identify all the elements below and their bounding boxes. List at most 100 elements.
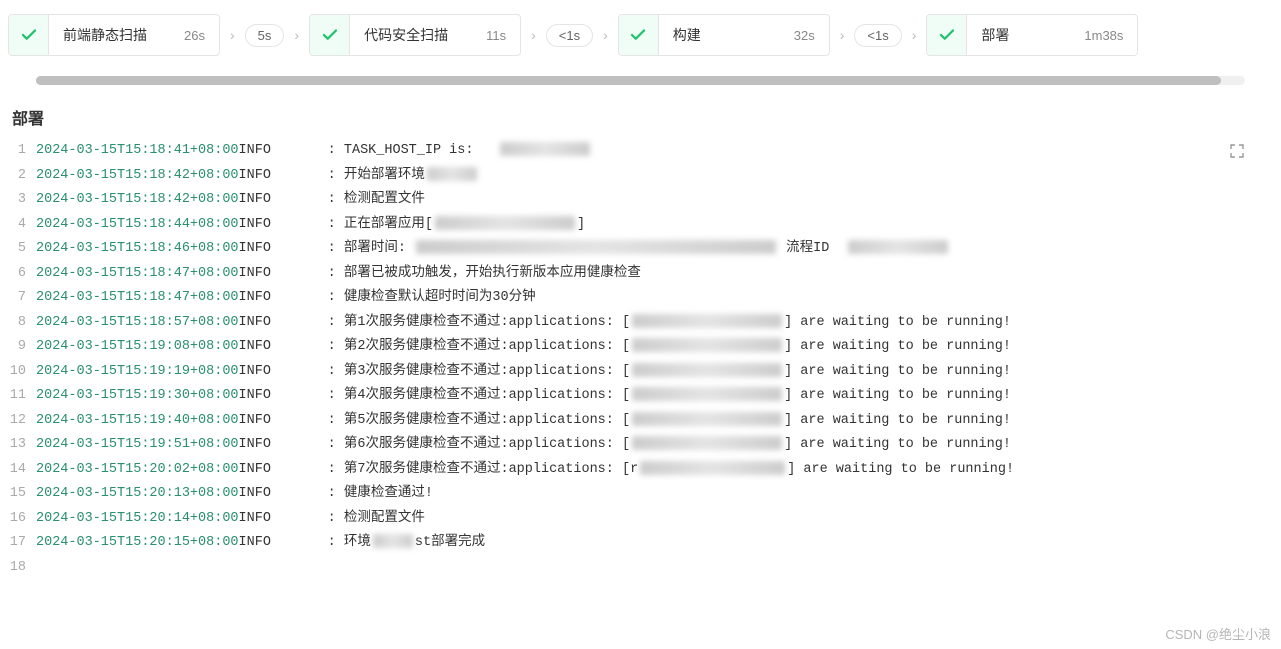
log-message: : 正在部署应用[] xyxy=(271,213,585,238)
log-timestamp: 2024-03-15T15:18:47+08:00 xyxy=(36,286,239,311)
log-message: : 部署已被成功触发，开始执行新版本应用健康检查 xyxy=(271,262,641,287)
log-message: : 部署时间: 流程ID xyxy=(271,237,950,262)
interval-pill: 5s xyxy=(245,24,285,47)
log-message: : 第1次服务健康检查不通过:applications: [] are wait… xyxy=(271,311,1011,336)
stage-name: 前端静态扫描 xyxy=(63,25,147,45)
log-line: 52024-03-15T15:18:46+08:00 INFO : 部署时间: … xyxy=(6,237,1281,262)
line-number: 3 xyxy=(6,188,36,213)
stage-name: 构建 xyxy=(673,25,701,45)
line-number: 18 xyxy=(6,556,36,581)
log-timestamp: 2024-03-15T15:18:44+08:00 xyxy=(36,213,239,238)
line-number: 9 xyxy=(6,335,36,360)
stage-duration: 11s xyxy=(486,28,506,43)
line-number: 7 xyxy=(6,286,36,311)
log-line: 22024-03-15T15:18:42+08:00 INFO : 开始部署环境 xyxy=(6,164,1281,189)
log-line: 122024-03-15T15:19:40+08:00 INFO : 第5次服务… xyxy=(6,409,1281,434)
check-icon xyxy=(9,15,49,55)
log-line: 142024-03-15T15:20:02+08:00 INFO : 第7次服务… xyxy=(6,458,1281,483)
log-timestamp: 2024-03-15T15:18:41+08:00 xyxy=(36,139,239,164)
check-icon xyxy=(310,15,350,55)
log-timestamp: 2024-03-15T15:18:57+08:00 xyxy=(36,311,239,336)
watermark: CSDN @绝尘小浪 xyxy=(1165,624,1271,643)
log-level: INFO xyxy=(239,311,271,336)
expand-icon[interactable] xyxy=(1229,143,1245,170)
pipeline-stage[interactable]: 前端静态扫描 26s xyxy=(8,14,220,56)
line-number: 17 xyxy=(6,531,36,556)
log-line: 32024-03-15T15:18:42+08:00 INFO : 检测配置文件 xyxy=(6,188,1281,213)
pipeline-stage[interactable]: 代码安全扫描 11s xyxy=(309,14,521,56)
log-line: 132024-03-15T15:19:51+08:00 INFO : 第6次服务… xyxy=(6,433,1281,458)
log-message: : 第3次服务健康检查不通过:applications: [] are wait… xyxy=(271,360,1011,385)
log-level: INFO xyxy=(239,360,271,385)
log-timestamp: 2024-03-15T15:20:13+08:00 xyxy=(36,482,239,507)
log-level: INFO xyxy=(239,482,271,507)
log-level: INFO xyxy=(239,409,271,434)
log-level: INFO xyxy=(239,139,271,164)
arrow-icon: › xyxy=(294,27,299,43)
redacted-text xyxy=(416,240,776,254)
log-timestamp: 2024-03-15T15:18:42+08:00 xyxy=(36,188,239,213)
stage-duration: 26s xyxy=(184,28,205,43)
line-number: 8 xyxy=(6,311,36,336)
line-number: 15 xyxy=(6,482,36,507)
log-timestamp: 2024-03-15T15:18:47+08:00 xyxy=(36,262,239,287)
log-message: : 健康检查通过! xyxy=(271,482,433,507)
log-level: INFO xyxy=(239,188,271,213)
log-timestamp: 2024-03-15T15:18:42+08:00 xyxy=(36,164,239,189)
arrow-icon: › xyxy=(603,27,608,43)
arrow-icon: › xyxy=(531,27,536,43)
log-level: INFO xyxy=(239,237,271,262)
pipeline-stage[interactable]: 构建 32s xyxy=(618,14,830,56)
log-level: INFO xyxy=(239,213,271,238)
log-level: INFO xyxy=(239,262,271,287)
pipeline-stage[interactable]: 部署1m38s xyxy=(926,14,1138,56)
log-message: : 检测配置文件 xyxy=(271,188,425,213)
log-message: : 第6次服务健康检查不通过:applications: [] are wait… xyxy=(271,433,1011,458)
log-level: INFO xyxy=(239,286,271,311)
line-number: 14 xyxy=(6,458,36,483)
log-timestamp: 2024-03-15T15:19:19+08:00 xyxy=(36,360,239,385)
log-message: : 检测配置文件 xyxy=(271,507,425,532)
redacted-text xyxy=(373,534,413,548)
redacted-text xyxy=(427,167,477,181)
arrow-icon: › xyxy=(230,27,235,43)
redacted-text xyxy=(632,412,782,426)
log-line: 152024-03-15T15:20:13+08:00 INFO : 健康检查通… xyxy=(6,482,1281,507)
section-title: 部署 xyxy=(12,105,1281,129)
log-level: INFO xyxy=(239,164,271,189)
log-message: : TASK_HOST_IP is: xyxy=(271,139,592,164)
stage-name: 代码安全扫描 xyxy=(364,25,448,45)
log-viewer: 12024-03-15T15:18:41+08:00 INFO : TASK_H… xyxy=(0,139,1281,580)
stage-name: 部署 xyxy=(981,25,1009,45)
horizontal-scrollbar[interactable] xyxy=(36,76,1245,85)
log-line: 12024-03-15T15:18:41+08:00 INFO : TASK_H… xyxy=(6,139,1281,164)
log-message: : 第5次服务健康检查不通过:applications: [] are wait… xyxy=(271,409,1011,434)
log-line: 102024-03-15T15:19:19+08:00 INFO : 第3次服务… xyxy=(6,360,1281,385)
log-message: : 健康检查默认超时时间为30分钟 xyxy=(271,286,536,311)
log-timestamp: 2024-03-15T15:20:14+08:00 xyxy=(36,507,239,532)
line-number: 13 xyxy=(6,433,36,458)
redacted-text xyxy=(632,387,782,401)
log-timestamp: 2024-03-15T15:20:15+08:00 xyxy=(36,531,239,556)
line-number: 4 xyxy=(6,213,36,238)
interval-pill: <1s xyxy=(546,24,593,47)
redacted-text xyxy=(848,240,948,254)
line-number: 11 xyxy=(6,384,36,409)
log-line: 18 xyxy=(6,556,1281,581)
check-icon xyxy=(619,15,659,55)
line-number: 6 xyxy=(6,262,36,287)
log-line: 172024-03-15T15:20:15+08:00 INFO : 环境st部… xyxy=(6,531,1281,556)
scrollbar-thumb[interactable] xyxy=(36,76,1221,85)
redacted-text xyxy=(632,363,782,377)
log-message: : 开始部署环境 xyxy=(271,164,479,189)
log-message: : 第7次服务健康检查不通过:applications: [r] are wai… xyxy=(271,458,1014,483)
log-level: INFO xyxy=(239,507,271,532)
redacted-text xyxy=(632,338,782,352)
log-line: 92024-03-15T15:19:08+08:00 INFO : 第2次服务健… xyxy=(6,335,1281,360)
stage-duration: 32s xyxy=(794,28,815,43)
arrow-icon: › xyxy=(912,27,917,43)
redacted-text xyxy=(640,461,785,475)
line-number: 10 xyxy=(6,360,36,385)
arrow-icon: › xyxy=(840,27,845,43)
log-timestamp: 2024-03-15T15:19:51+08:00 xyxy=(36,433,239,458)
